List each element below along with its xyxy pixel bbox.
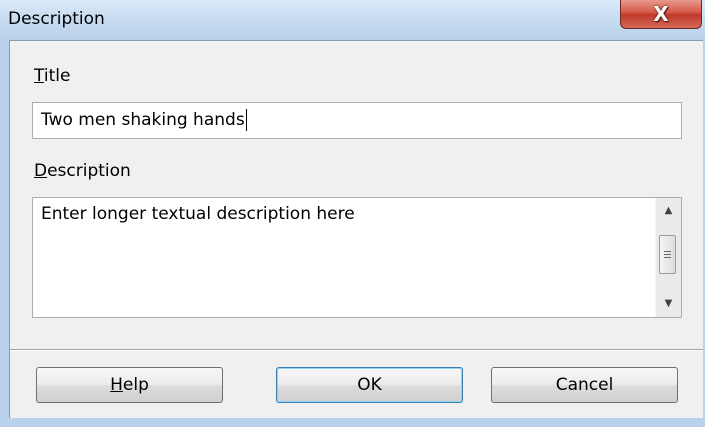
close-icon: X [653, 2, 669, 26]
description-label: Description [34, 161, 131, 181]
ok-button[interactable]: OK [276, 367, 463, 403]
dialog-body: Title Two men shaking hands Description … [9, 40, 704, 418]
description-label-text: escription [47, 161, 131, 181]
text-caret [245, 109, 247, 131]
title-label-text: itle [43, 66, 71, 86]
help-button-accelerator: H [110, 375, 123, 395]
window-frame-bottom[interactable] [0, 418, 705, 427]
thumb-grip-line [664, 251, 671, 252]
cancel-button[interactable]: Cancel [491, 367, 678, 403]
window-title: Description [8, 9, 105, 29]
title-label: Title [34, 66, 70, 86]
title-input-value: Two men shaking hands [41, 110, 245, 130]
thumb-grip-line [664, 254, 671, 255]
title-label-accelerator: T [34, 66, 44, 86]
button-separator [10, 349, 704, 351]
close-button[interactable]: X [620, 0, 702, 29]
description-label-accelerator: D [34, 161, 48, 181]
description-scrollbar[interactable]: ▲ ▼ [655, 198, 681, 317]
thumb-grip-line [664, 257, 671, 258]
scroll-down-arrow-icon[interactable]: ▼ [656, 293, 681, 315]
title-input[interactable]: Two men shaking hands [32, 102, 682, 139]
description-textarea[interactable]: Enter longer textual description here ▲ … [32, 197, 682, 318]
help-button-label: elp [122, 375, 149, 395]
scroll-thumb[interactable] [659, 235, 676, 274]
title-bar[interactable]: Description X [0, 0, 705, 40]
dialog-window: Description X Title Two men shaking hand… [0, 0, 705, 427]
scroll-up-arrow-icon[interactable]: ▲ [656, 200, 681, 222]
help-button[interactable]: Help [36, 367, 223, 403]
description-textarea-value: Enter longer textual description here [41, 204, 355, 224]
